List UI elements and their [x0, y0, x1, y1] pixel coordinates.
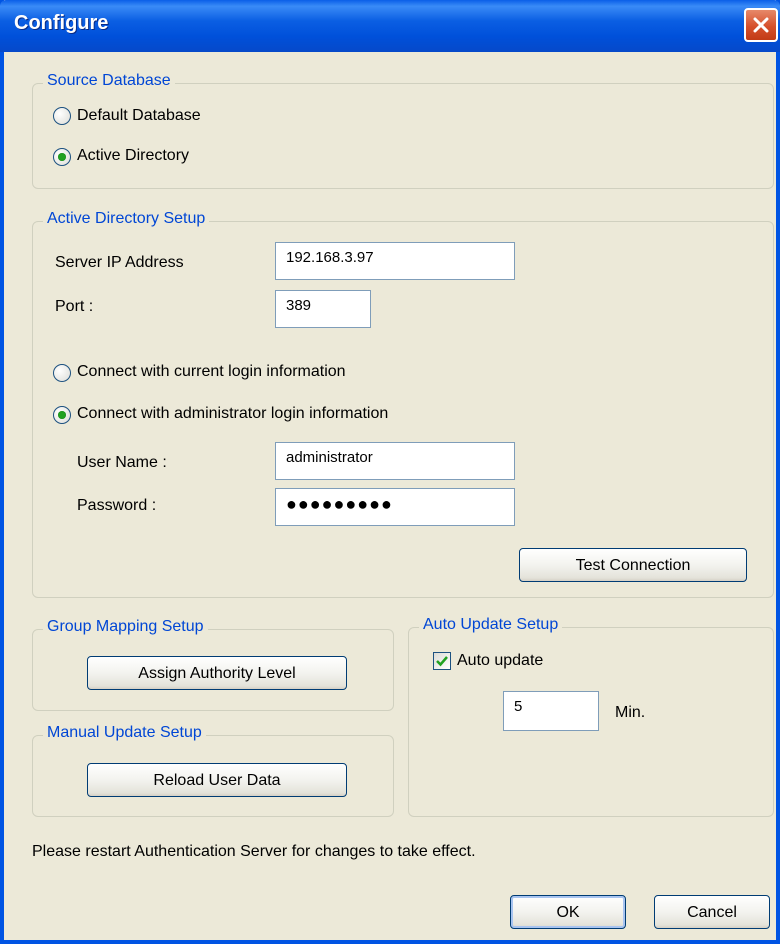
- assign-authority-level-button[interactable]: Assign Authority Level: [87, 656, 347, 690]
- cancel-button[interactable]: Cancel: [654, 895, 770, 929]
- group-mapping-legend: Group Mapping Setup: [43, 618, 208, 636]
- radio-default-database[interactable]: [53, 107, 71, 125]
- checkmark-icon: [436, 656, 448, 667]
- password-label: Password :: [77, 497, 157, 514]
- title-bar[interactable]: Configure: [0, 0, 780, 52]
- auto-update-legend: Auto Update Setup: [419, 616, 563, 634]
- port-input[interactable]: 389: [275, 290, 371, 328]
- auto-update-checkbox[interactable]: [433, 652, 451, 670]
- reload-user-data-button[interactable]: Reload User Data: [87, 763, 347, 797]
- radio-active-directory[interactable]: [53, 148, 71, 166]
- connect-admin-login-label: Connect with administrator login informa…: [77, 405, 389, 422]
- manual-update-group: Manual Update Setup Reload User Data: [32, 724, 394, 817]
- active-directory-setup-group: Active Directory Setup Server IP Address…: [32, 210, 774, 598]
- configure-dialog: Configure Source Database Default Databa…: [0, 0, 780, 944]
- ok-button[interactable]: OK: [510, 895, 626, 929]
- radio-connect-admin-login[interactable]: [53, 406, 71, 424]
- password-input[interactable]: ●●●●●●●●●: [275, 488, 515, 526]
- port-label: Port :: [55, 298, 94, 315]
- username-label: User Name :: [77, 454, 167, 471]
- interval-unit-label: Min.: [615, 704, 646, 721]
- auto-update-group: Auto Update Setup Auto update 5 Min.: [408, 616, 774, 817]
- auto-update-label: Auto update: [457, 652, 544, 669]
- group-mapping-group: Group Mapping Setup Assign Authority Lev…: [32, 618, 394, 711]
- restart-notice: Please restart Authentication Server for…: [32, 843, 476, 860]
- radio-connect-current-login[interactable]: [53, 364, 71, 382]
- active-directory-setup-legend: Active Directory Setup: [43, 210, 210, 228]
- test-connection-button[interactable]: Test Connection: [519, 548, 747, 582]
- update-interval-input[interactable]: 5: [503, 691, 599, 731]
- source-database-group: Source Database Default Database Active …: [32, 72, 774, 189]
- connect-current-login-label: Connect with current login information: [77, 363, 346, 380]
- default-database-label: Default Database: [77, 107, 201, 124]
- server-ip-input[interactable]: 192.168.3.97: [275, 242, 515, 280]
- username-input[interactable]: administrator: [275, 442, 515, 480]
- window-title: Configure: [14, 12, 109, 34]
- server-ip-label: Server IP Address: [55, 254, 184, 271]
- manual-update-legend: Manual Update Setup: [43, 724, 206, 742]
- source-database-legend: Source Database: [43, 72, 175, 90]
- active-directory-label: Active Directory: [77, 147, 190, 164]
- close-icon[interactable]: [744, 8, 778, 42]
